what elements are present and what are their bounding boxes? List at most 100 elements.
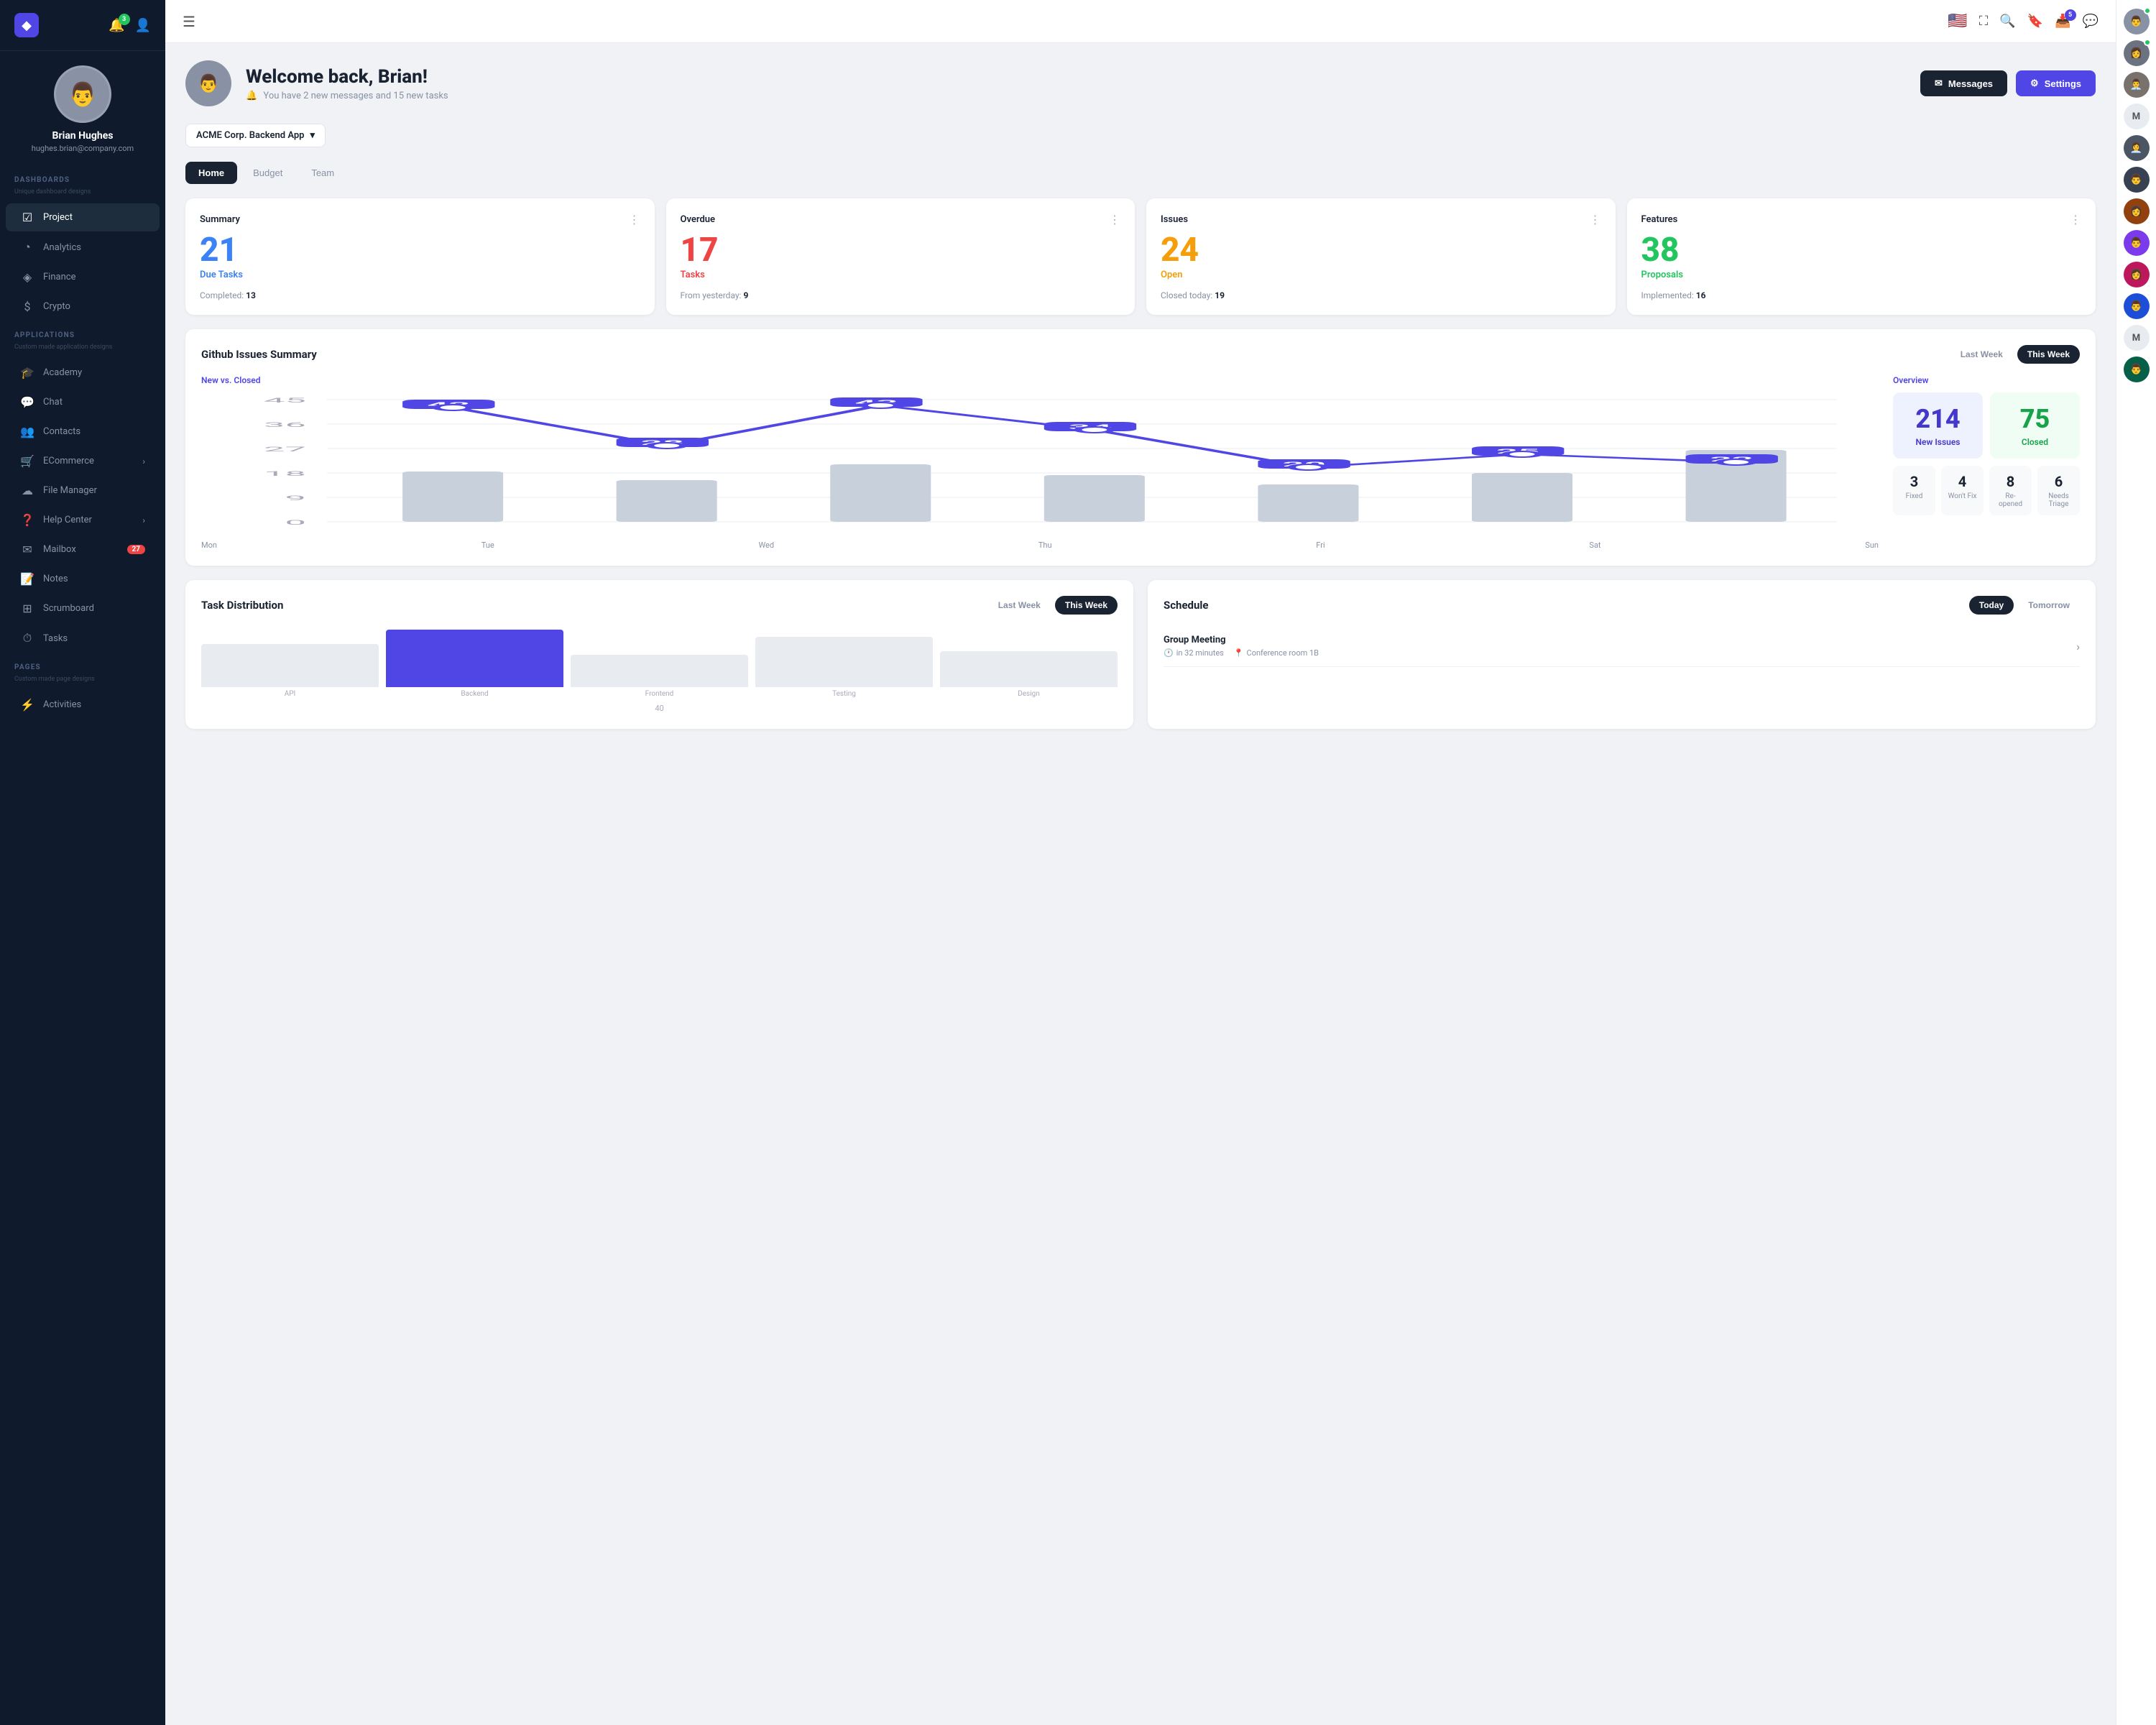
stat-menu-summary[interactable]: ⋮ [629,213,640,226]
main-tabs: Home Budget Team [185,162,2096,184]
svg-text:0: 0 [285,519,306,527]
sidebar-item-contacts[interactable]: 👥 Contacts [6,418,160,446]
sidebar-item-tasks[interactable]: ⏱ Tasks [6,624,160,653]
new-issues-box: 214 New Issues [1893,392,1983,459]
stat-footer-overdue: From yesterday: 9 [681,290,1121,300]
chart-x-labels: Mon Tue Wed Thu Fri Sat Sun [201,536,1879,550]
sidebar-item-file-manager[interactable]: ☁ File Manager [6,477,160,505]
pages-section-label: PAGES [0,653,165,676]
welcome-subtitle: 🔔 You have 2 new messages and 15 new tas… [246,91,448,101]
sidebar-item-label: Project [43,212,73,223]
this-week-btn-github[interactable]: This Week [2017,345,2080,364]
sidebar-item-chat[interactable]: 💬 Chat [6,388,160,416]
today-btn[interactable]: Today [1969,596,2014,615]
rs-avatar-5[interactable]: 👨 [2124,167,2150,193]
chart-label: New vs. Closed [201,375,1879,385]
sidebar-item-academy[interactable]: 🎓 Academy [6,359,160,387]
sidebar-item-finance[interactable]: ◈ Finance [6,263,160,291]
mini-stat-triage: 6 Needs Triage [2037,466,2080,515]
tab-home[interactable]: Home [185,162,237,184]
notification-badge: 3 [119,14,130,25]
rs-avatar-2[interactable]: 👩 [2124,40,2150,66]
sidebar-item-analytics[interactable]: ◔ Analytics [6,233,160,262]
rs-avatar-6[interactable]: 👩 [2124,198,2150,224]
new-issues-label: New Issues [1916,437,1961,447]
messages-icon[interactable]: 💬 [2083,14,2099,29]
bar-api [201,644,379,687]
rs-avatar-10[interactable]: 👨 [2124,356,2150,382]
messages-button[interactable]: ✉ Messages [1920,70,2007,96]
task-dist-header: Task Distribution Last Week This Week [201,596,1118,615]
stat-number-summary: 21 [200,234,640,267]
rs-avatar-1[interactable]: 👨 [2124,9,2150,34]
rs-avatar-7[interactable]: 👨 [2124,230,2150,256]
app-logo[interactable]: ◆ [14,13,39,37]
stat-card-overdue: Overdue ⋮ 17 Tasks From yesterday: 9 [666,198,1135,315]
stat-menu-features[interactable]: ⋮ [2070,213,2081,226]
sidebar-item-activities[interactable]: ⚡ Activities [6,691,160,719]
rs-avatar-3[interactable]: 👨‍💼 [2124,72,2150,98]
analytics-icon: ◔ [20,240,34,254]
stat-menu-issues[interactable]: ⋮ [1590,213,1601,226]
sidebar-user-name: Brian Hughes [0,130,165,142]
user-circle-icon[interactable]: 👤 [135,18,151,33]
project-selector[interactable]: ACME Corp. Backend App ▾ [185,124,326,147]
schedule-item-title: Group Meeting [1164,635,1319,645]
chart-wrap: 45 36 27 18 9 0 [201,392,1879,536]
task-dist-chart: API Backend Frontend Testing [201,626,1118,698]
welcome-title: Welcome back, Brian! [246,66,448,88]
search-icon[interactable]: 🔍 [1999,14,2015,29]
envelope-icon: ✉ [1935,78,1943,89]
settings-button[interactable]: ⚙ Settings [2016,70,2096,96]
bookmark-icon[interactable]: 🔖 [2027,14,2043,29]
overview-area: Overview 214 New Issues 75 Closed [1893,375,2080,550]
overview-label: Overview [1893,375,2080,385]
notifications-icon[interactable]: 🔔 3 [109,18,124,33]
finance-icon: ◈ [20,270,34,284]
fixed-number: 3 [1897,473,1931,490]
tomorrow-btn[interactable]: Tomorrow [2018,596,2080,615]
mailbox-badge: 27 [127,545,145,554]
stat-number-overdue: 17 [681,234,1121,267]
fixed-label: Fixed [1897,492,1931,500]
rs-avatar-9[interactable]: 👨 [2124,293,2150,319]
schedule-title: Schedule [1164,599,1208,612]
hamburger-menu-icon[interactable]: ☰ [183,13,195,30]
this-week-btn-task[interactable]: This Week [1055,596,1118,615]
github-body: New vs. Closed 45 36 [201,375,2080,550]
sidebar-item-mailbox[interactable]: ✉ Mailbox 27 [6,535,160,564]
rs-avatar-4[interactable]: 👩‍💼 [2124,135,2150,161]
rs-avatar-8[interactable]: 👩 [2124,262,2150,288]
tab-budget[interactable]: Budget [240,162,295,184]
week-toggle: Last Week This Week [1950,345,2080,364]
stat-title-overdue: Overdue [681,214,716,225]
sidebar-item-help-center[interactable]: ❓ Help Center › [6,506,160,534]
language-flag[interactable]: 🇺🇸 [1948,12,1967,30]
sidebar-item-project[interactable]: ☑ Project [6,203,160,231]
main-area: ☰ 🇺🇸 ⛶ 🔍 🔖 📥 5 💬 👨 Welcome back, Brian! … [165,0,2116,1725]
sidebar-item-notes[interactable]: 📝 Notes [6,565,160,593]
right-sidebar: 👨 👩 👨‍💼 M 👩‍💼 👨 👩 👨 👩 👨 M 👨 [2116,0,2156,1725]
sidebar-item-crypto[interactable]: $ Crypto [6,293,160,321]
sidebar-header: ◆ 🔔 3 👤 [0,0,165,51]
main-content: 👨 Welcome back, Brian! 🔔 You have 2 new … [165,43,2116,1725]
stat-menu-overdue[interactable]: ⋮ [1109,213,1120,226]
schedule-card: Schedule Today Tomorrow Group Meeting 🕐 … [1148,580,2096,729]
tab-team[interactable]: Team [298,162,347,184]
sidebar-item-ecommerce[interactable]: 🛒 ECommerce › [6,447,160,475]
fullscreen-icon[interactable]: ⛶ [1979,14,1989,29]
rs-avatar-init-1[interactable]: M [2124,104,2150,129]
stat-card-summary: Summary ⋮ 21 Due Tasks Completed: 13 [185,198,655,315]
bar-frontend [571,655,748,687]
inbox-icon[interactable]: 📥 5 [2055,14,2070,29]
sidebar-item-label: Scrumboard [43,603,94,614]
chevron-right-icon: › [142,456,145,466]
schedule-header: Schedule Today Tomorrow [1164,596,2080,615]
last-week-btn-github[interactable]: Last Week [1950,345,2013,364]
sidebar-item-scrumboard[interactable]: ⊞ Scrumboard [6,594,160,622]
inbox-badge: 5 [2065,9,2076,21]
last-week-btn-task[interactable]: Last Week [988,596,1051,615]
schedule-arrow[interactable]: › [2076,640,2080,653]
rs-avatar-init-2[interactable]: M [2124,325,2150,351]
stats-row: Summary ⋮ 21 Due Tasks Completed: 13 Ove… [185,198,2096,315]
